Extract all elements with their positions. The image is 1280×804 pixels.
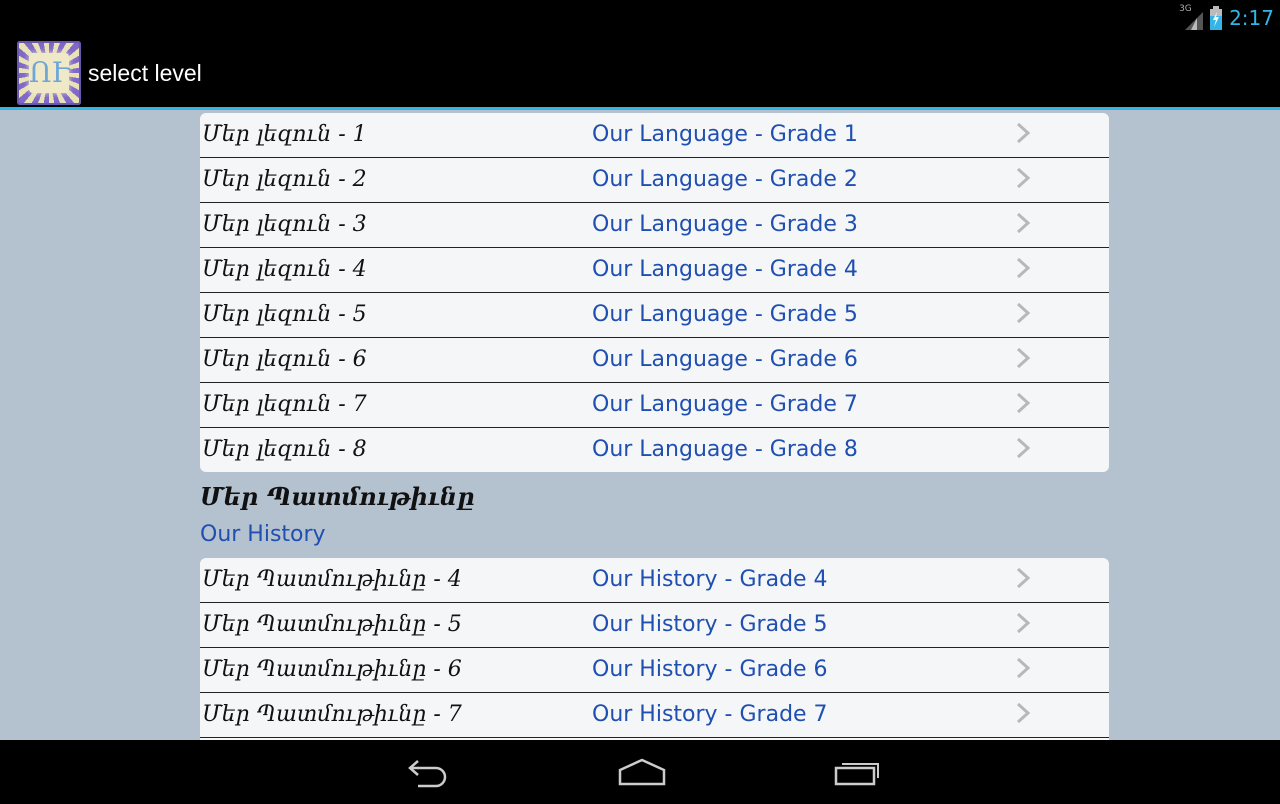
chevron-right-icon — [1016, 257, 1031, 279]
home-icon — [618, 758, 666, 786]
english-label: Our Language - Grade 6 — [592, 347, 858, 372]
back-icon — [408, 760, 447, 788]
chevron-right-icon — [1016, 122, 1031, 144]
action-bar: ՈՒ select level — [0, 36, 1280, 107]
navigation-bar — [0, 740, 1280, 804]
page-title: select level — [88, 60, 202, 86]
english-label: Our Language - Grade 7 — [592, 392, 858, 417]
chevron-right-icon — [1016, 167, 1031, 189]
chevron-right-icon — [1016, 612, 1031, 634]
section-heading: Մեր Պատմութիւնը — [200, 482, 475, 511]
recent-apps-button[interactable] — [830, 754, 886, 790]
armenian-label: Մեր լեզուն - 1 — [202, 122, 367, 147]
recent-apps-icon — [834, 763, 879, 786]
list-item[interactable]: Մեր Պատմութիւնը - 5 Our History - Grade … — [200, 603, 1109, 648]
armenian-label: Մեր լեզուն - 8 — [202, 437, 367, 462]
battery-charging-icon — [1209, 6, 1223, 30]
english-label: Our Language - Grade 4 — [592, 257, 858, 282]
english-label: Our Language - Grade 8 — [592, 437, 858, 462]
armenian-label: Մեր Պատմութիւնը - 7 — [202, 702, 462, 727]
chevron-right-icon — [1016, 302, 1031, 324]
signal-icon: 3G — [1179, 4, 1204, 30]
section-subheading: Our History — [200, 522, 326, 547]
status-bar: 3G 2:17 — [0, 0, 1280, 36]
armenian-label: Մեր Պատմութիւնը - 4 — [202, 567, 462, 592]
status-icons: 3G 2:17 — [1179, 4, 1274, 32]
chevron-right-icon — [1016, 437, 1031, 459]
armenian-label: Մեր լեզուն - 4 — [202, 257, 367, 282]
armenian-label: Մեր լեզուն - 5 — [202, 302, 367, 327]
language-group: Մեր լեզուն - 1 Our Language - Grade 1 Մե… — [200, 113, 1109, 472]
list-item[interactable]: Մեր լեզուն - 6 Our Language - Grade 6 — [200, 338, 1109, 383]
english-label: Our Language - Grade 3 — [592, 212, 858, 237]
list-item[interactable]: Մեր լեզուն - 5 Our Language - Grade 5 — [200, 293, 1109, 338]
chevron-right-icon — [1016, 212, 1031, 234]
chevron-right-icon — [1016, 347, 1031, 369]
english-label: Our Language - Grade 2 — [592, 167, 858, 192]
app-icon[interactable]: ՈՒ — [17, 41, 81, 105]
english-label: Our History - Grade 5 — [592, 612, 828, 637]
armenian-label: Մեր լեզուն - 7 — [202, 392, 367, 417]
chevron-right-icon — [1016, 702, 1031, 724]
list-item[interactable]: Մեր լեզուն - 2 Our Language - Grade 2 — [200, 158, 1109, 203]
chevron-right-icon — [1016, 392, 1031, 414]
clock: 2:17 — [1229, 6, 1274, 30]
home-button[interactable] — [614, 754, 670, 790]
english-label: Our History - Grade 4 — [592, 567, 828, 592]
history-group: Մեր Պատմութիւնը - 4 Our History - Grade … — [200, 558, 1109, 740]
chevron-right-icon — [1016, 567, 1031, 589]
list-item[interactable]: Մեր Պատմութիւնը - 4 Our History - Grade … — [200, 558, 1109, 603]
level-list[interactable]: Մեր լեզուն - 1 Our Language - Grade 1 Մե… — [0, 110, 1280, 740]
list-item[interactable]: Մեր լեզուն - 1 Our Language - Grade 1 — [200, 113, 1109, 158]
list-item[interactable]: Մեր լեզուն - 7 Our Language - Grade 7 — [200, 383, 1109, 428]
armenian-label: Մեր լեզուն - 3 — [202, 212, 367, 237]
list-item[interactable]: Մեր Պատմութիւնը - 6 Our History - Grade … — [200, 648, 1109, 693]
list-item[interactable]: Մեր լեզուն - 4 Our Language - Grade 4 — [200, 248, 1109, 293]
armenian-label: Մեր Պատմութիւնը - 6 — [202, 657, 462, 682]
app-icon-glyph: ՈՒ — [28, 56, 70, 89]
english-label: Our Language - Grade 1 — [592, 122, 858, 147]
english-label: Our History - Grade 7 — [592, 702, 828, 727]
armenian-label: Մեր Պատմութիւնը - 5 — [202, 612, 462, 637]
armenian-label: Մեր լեզուն - 2 — [202, 167, 367, 192]
armenian-label: Մեր լեզուն - 6 — [202, 347, 367, 372]
list-item[interactable]: Մեր լեզուն - 3 Our Language - Grade 3 — [200, 203, 1109, 248]
back-button[interactable] — [398, 754, 454, 790]
chevron-right-icon — [1016, 657, 1031, 679]
list-item[interactable]: Մեր լեզուն - 8 Our Language - Grade 8 — [200, 428, 1109, 472]
list-item[interactable]: Մեր Պատմութիւնը - 7 Our History - Grade … — [200, 693, 1109, 738]
english-label: Our History - Grade 6 — [592, 657, 828, 682]
english-label: Our Language - Grade 5 — [592, 302, 858, 327]
